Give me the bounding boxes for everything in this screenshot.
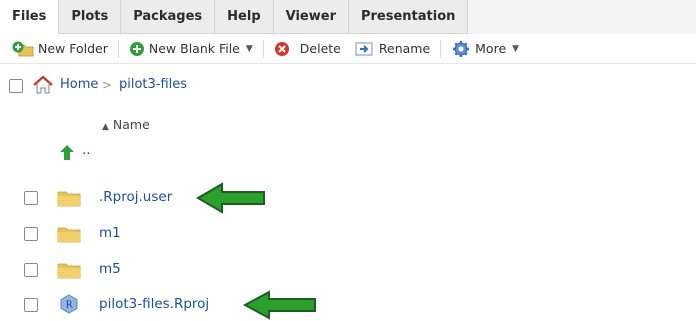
file-name-link[interactable]: .Rproj.user: [99, 189, 172, 205]
file-checkbox[interactable]: [24, 263, 38, 277]
annotation-arrow-icon: [243, 290, 316, 320]
annotation-arrow-icon: [196, 182, 265, 214]
new-folder-button[interactable]: New Folder: [8, 37, 112, 61]
tab-files[interactable]: Files: [0, 0, 60, 34]
file-name-link[interactable]: m1: [99, 225, 121, 241]
delete-label: Delete: [299, 41, 341, 56]
name-column-label: Name: [112, 117, 150, 132]
rename-label: Rename: [378, 41, 431, 56]
parent-directory-link[interactable]: ..: [82, 142, 91, 158]
rename-icon: [355, 41, 375, 57]
rename-button[interactable]: Rename: [351, 37, 434, 61]
delete-icon: [274, 41, 290, 57]
parent-directory-row[interactable]: ..: [0, 140, 696, 166]
breadcrumb-separator: >: [102, 78, 113, 92]
tab-viewer[interactable]: Viewer: [273, 0, 349, 34]
more-label: More: [475, 41, 507, 56]
file-checkbox[interactable]: [24, 298, 38, 312]
svg-text:R: R: [66, 301, 73, 311]
rproj-file-icon: R: [59, 294, 79, 318]
new-folder-label: New Folder: [38, 41, 108, 56]
new-blank-file-label: New Blank File: [148, 41, 240, 56]
file-row: .Rproj.user: [0, 185, 696, 211]
folder-icon: [57, 188, 81, 212]
chevron-down-icon: ▼: [512, 43, 520, 54]
gear-icon: [451, 40, 471, 58]
tab-strip: Files Plots Packages Help Viewer Present…: [0, 0, 469, 34]
folder-icon: [57, 224, 81, 248]
files-toolbar: New Folder New Blank File ▼ Delete Renam…: [0, 34, 696, 64]
breadcrumb: Home > pilot3-files: [0, 74, 696, 98]
pane-tab-bar: Files Plots Packages Help Viewer Present…: [0, 0, 696, 34]
file-list-header: ▲ Name: [0, 111, 696, 137]
file-name-link[interactable]: m5: [99, 261, 121, 277]
file-checkbox[interactable]: [24, 227, 38, 241]
file-row: m1: [0, 221, 696, 247]
breadcrumb-home-link[interactable]: Home: [60, 77, 98, 92]
toolbar-separator: [117, 39, 119, 58]
add-icon: [129, 41, 145, 57]
sort-ascending-icon: ▲: [102, 122, 109, 132]
file-name-link[interactable]: pilot3-files.Rproj: [99, 296, 209, 312]
delete-button[interactable]: Delete: [270, 37, 345, 61]
name-column-header[interactable]: ▲ Name: [102, 117, 150, 132]
folder-icon: [57, 260, 81, 284]
home-icon[interactable]: [32, 75, 54, 99]
more-button[interactable]: More ▼: [447, 37, 523, 61]
toolbar-separator: [262, 39, 264, 58]
chevron-down-icon: ▼: [245, 43, 253, 54]
toolbar-separator: [440, 39, 442, 58]
new-blank-file-button[interactable]: New Blank File ▼: [125, 37, 257, 61]
tab-help[interactable]: Help: [215, 0, 274, 34]
tab-packages[interactable]: Packages: [121, 0, 216, 34]
file-row: m5: [0, 257, 696, 283]
select-all-checkbox[interactable]: [9, 79, 23, 93]
new-folder-icon: [12, 41, 34, 57]
file-checkbox[interactable]: [24, 191, 38, 205]
tab-plots[interactable]: Plots: [59, 0, 122, 34]
file-row: R pilot3-files.Rproj: [0, 292, 696, 318]
up-arrow-icon: [58, 144, 76, 166]
breadcrumb-current[interactable]: pilot3-files: [119, 77, 187, 92]
tab-presentation[interactable]: Presentation: [348, 0, 469, 34]
